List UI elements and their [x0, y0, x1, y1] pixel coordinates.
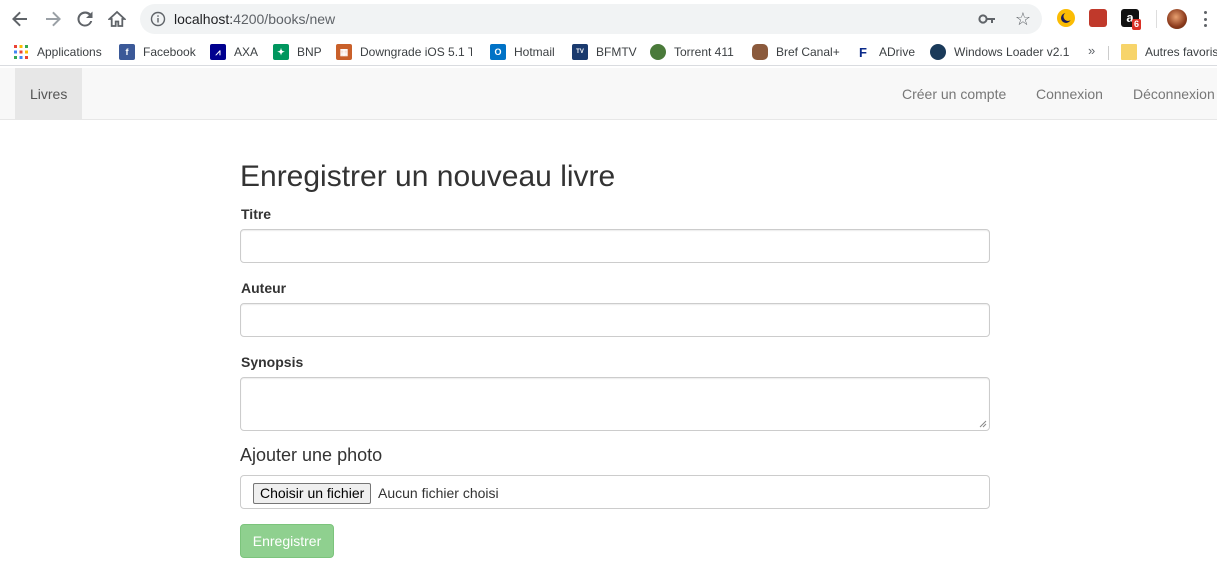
file-status-text: Aucun fichier choisi: [378, 485, 499, 501]
bookmark-label: Downgrade iOS 5.1 T: [360, 45, 472, 59]
star-bookmark-icon[interactable]: ☆: [1014, 9, 1032, 29]
bookmark-label: Applications: [37, 45, 102, 59]
titre-input[interactable]: [240, 229, 990, 263]
bookmark-label: Facebook: [143, 45, 196, 59]
bookmark-label: AXA: [234, 45, 259, 59]
bookmark-label: Autres favoris: [1145, 45, 1217, 59]
synopsis-label: Synopsis: [241, 354, 304, 370]
menu-kebab-icon[interactable]: [1203, 11, 1207, 27]
folder-icon: [1121, 44, 1137, 60]
bookmarks-bar: Applications f Facebook ⩘ AXA ✦ BNP ▦ Do…: [0, 38, 1217, 66]
extension-badge: 6: [1132, 19, 1142, 30]
nav-link-deconnexion[interactable]: Déconnexion: [1133, 68, 1215, 120]
bookmark-axa[interactable]: ⩘ AXA: [210, 43, 258, 61]
save-button[interactable]: Enregistrer: [240, 524, 334, 558]
home-icon[interactable]: [105, 7, 129, 31]
info-icon[interactable]: [150, 11, 166, 27]
nav-link-livres[interactable]: Livres: [15, 68, 83, 120]
bookmark-applications[interactable]: Applications: [13, 43, 102, 61]
photo-label: Ajouter une photo: [240, 445, 383, 465]
bookmark-label: Bref Canal+: [776, 45, 840, 59]
bookmark-label: Hotmail: [514, 45, 555, 59]
bookmark-torrent-411[interactable]: Torrent 411: [650, 43, 734, 61]
page-title: Enregistrer un nouveau livre: [240, 160, 616, 193]
torrent-icon: [650, 44, 666, 60]
forward-arrow-icon[interactable]: [41, 7, 65, 31]
bookmark-extension-icon[interactable]: [1089, 9, 1107, 27]
adrive-icon: F: [855, 44, 871, 60]
bookmark-bref-canal[interactable]: Bref Canal+: [752, 43, 840, 61]
choose-file-button[interactable]: Choisir un fichier: [253, 483, 372, 504]
nav-link-connexion[interactable]: Connexion: [1036, 68, 1103, 120]
key-icon[interactable]: [978, 11, 996, 27]
bfmtv-icon: TV: [572, 44, 588, 60]
bookmark-label: BFMTV: [596, 45, 637, 59]
photo-file-input[interactable]: Choisir un fichier Aucun fichier choisi: [240, 475, 990, 509]
titre-label: Titre: [241, 206, 272, 222]
bref-icon: [752, 44, 768, 60]
bookmark-label: ADrive: [879, 45, 916, 59]
windows-loader-icon: [930, 44, 946, 60]
url-host: localhost:: [174, 11, 234, 27]
profile-avatar[interactable]: [1167, 9, 1187, 29]
url-text: localhost:4200/books/new: [174, 11, 335, 27]
bookmark-label: Torrent 411: [674, 45, 734, 59]
bookmark-label: Windows Loader v2.1: [954, 45, 1070, 59]
amazon-extension-icon[interactable]: a 6: [1121, 9, 1142, 30]
resize-grip-icon[interactable]: [979, 420, 987, 428]
synopsis-textarea[interactable]: [240, 377, 990, 431]
facebook-icon: f: [119, 44, 135, 60]
moon-extension-icon[interactable]: [1057, 9, 1075, 27]
bookmark-label: BNP: [297, 45, 322, 59]
bookmark-downgrade-ios[interactable]: ▦ Downgrade iOS 5.1 T: [336, 43, 472, 61]
bnp-icon: ✦: [273, 44, 289, 60]
nav-link-creer-compte[interactable]: Créer un compte: [902, 68, 1006, 120]
back-arrow-icon[interactable]: [8, 7, 32, 31]
bookmark-facebook[interactable]: f Facebook: [119, 43, 196, 61]
bookmark-windows-loader[interactable]: Windows Loader v2.1: [930, 43, 1070, 61]
auteur-label: Auteur: [241, 280, 287, 296]
brick-icon: ▦: [336, 44, 352, 60]
apps-grid-icon: [13, 44, 29, 60]
bookmarks-divider: [1108, 46, 1109, 60]
reload-icon[interactable]: [73, 7, 97, 31]
bookmark-adrive[interactable]: F ADrive: [855, 43, 915, 61]
outlook-icon: O: [490, 44, 506, 60]
axa-icon: ⩘: [210, 44, 226, 60]
bookmark-hotmail[interactable]: O Hotmail: [490, 43, 555, 61]
browser-toolbar: localhost:4200/books/new ☆ a 6: [0, 0, 1217, 38]
address-bar[interactable]: localhost:4200/books/new ☆: [140, 4, 1042, 34]
bookmark-bnp[interactable]: ✦ BNP: [273, 43, 322, 61]
app-navbar: Livres Créer un compte Connexion Déconne…: [0, 68, 1217, 120]
bookmarks-overflow-chevron[interactable]: »: [1088, 43, 1095, 58]
bookmark-bfmtv[interactable]: TV BFMTV: [572, 43, 637, 61]
toolbar-divider: [1156, 10, 1157, 28]
bookmark-other-folder[interactable]: Autres favoris: [1121, 43, 1217, 61]
url-path: 4200/books/new: [233, 11, 336, 27]
auteur-input[interactable]: [240, 303, 990, 337]
